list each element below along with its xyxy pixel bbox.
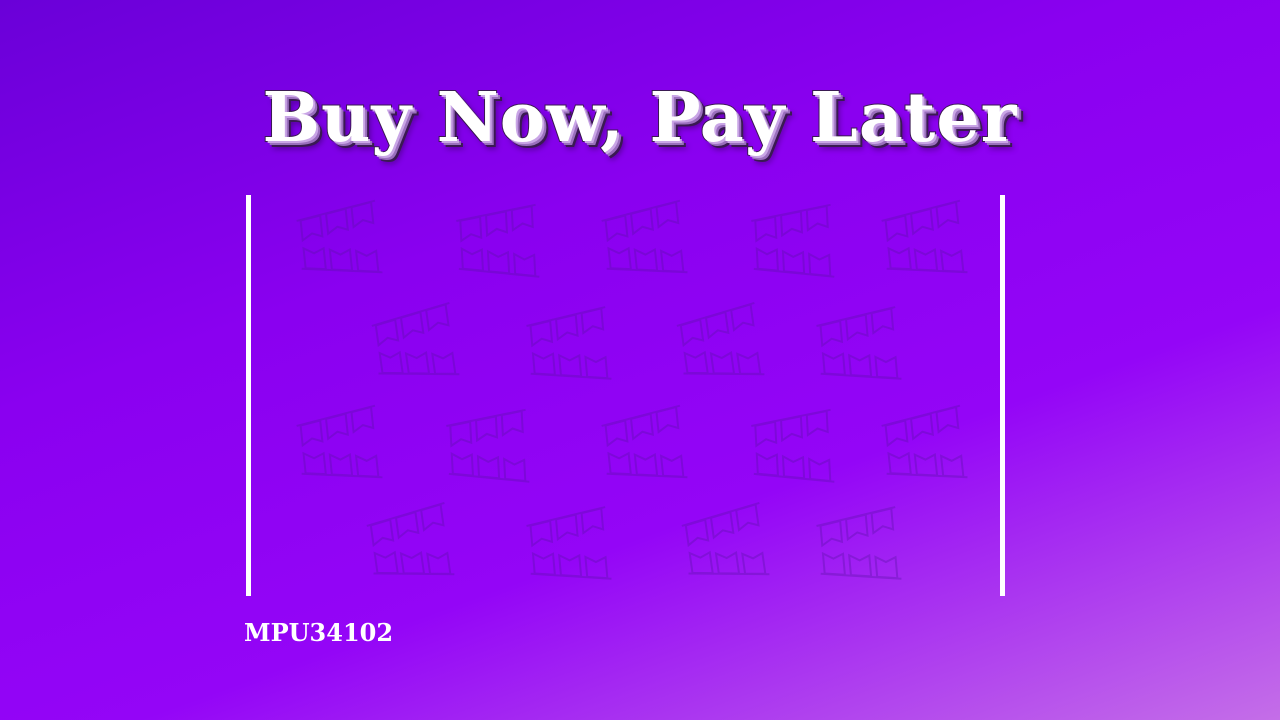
bunting-flag-icon [525, 507, 611, 586]
bunting-flag-icon [675, 303, 764, 385]
bunting-flag-icon [680, 503, 769, 585]
bunting-flag-icon [815, 507, 901, 586]
bunting-flag-icon [295, 406, 382, 486]
bunting-flag-icon [880, 201, 967, 281]
bunting-flag-icon [365, 503, 454, 585]
bunting-flag-icon [880, 406, 967, 486]
bunting-flag-icon [600, 201, 687, 281]
right-rail-divider [1000, 195, 1005, 596]
promo-code-label: MPU34102 [244, 618, 394, 647]
bunting-flag-icon [525, 307, 611, 386]
bunting-flag-icon [370, 303, 459, 385]
bunting-flag-icon [751, 410, 835, 486]
bunting-flag-icon [456, 205, 540, 281]
content-frame [246, 195, 1006, 596]
banner-title: Buy Now, Pay Later [262, 77, 1018, 159]
bunting-flag-icon [295, 201, 382, 281]
bunting-flag-icon [600, 406, 687, 486]
bunting-flag-icon [446, 410, 530, 486]
bunting-flag-icon [815, 307, 901, 386]
bunting-pattern [251, 195, 1000, 596]
bunting-flag-icon [751, 205, 835, 281]
